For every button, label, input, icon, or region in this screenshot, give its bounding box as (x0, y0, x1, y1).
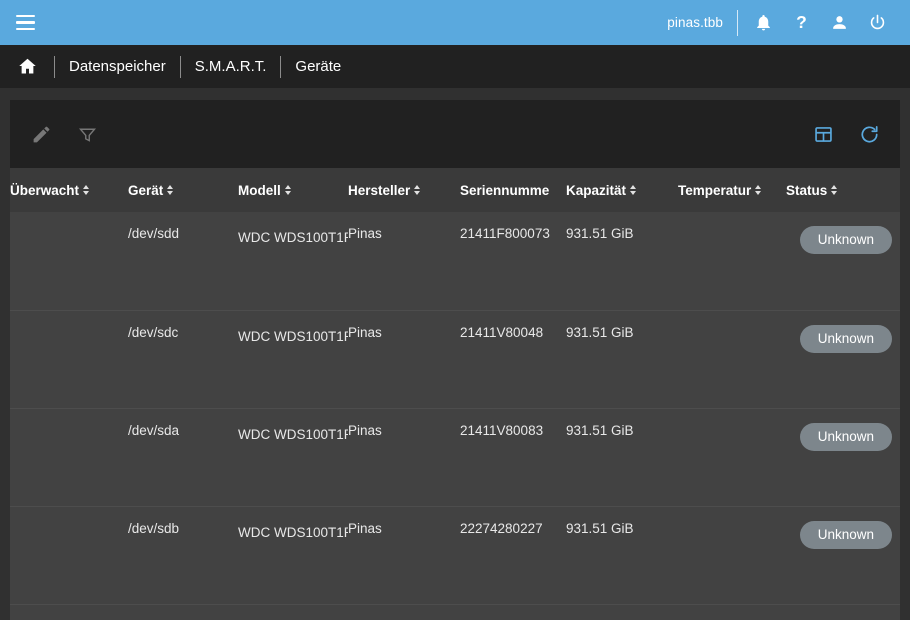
cell-status: Unknown (786, 212, 900, 310)
toolbar-right-actions (808, 119, 884, 149)
status-badge[interactable]: Unknown (799, 520, 892, 549)
page-content: Überwacht Gerät Modell Hersteller Serien… (0, 88, 910, 620)
cell-model: WDC WDS100T1R0. 68A4W0 (238, 426, 348, 442)
table-toolbar (10, 100, 900, 168)
breadcrumb-separator (54, 55, 55, 78)
column-header-kapazitaet[interactable]: Kapazität (566, 168, 678, 212)
notifications-bell-icon[interactable] (744, 4, 782, 42)
column-header-status[interactable]: Status (786, 168, 900, 212)
hamburger-menu-icon[interactable] (10, 8, 40, 38)
cell-model: WDC WDS100T1R0. 68A4W0 (238, 328, 348, 344)
toolbar-left-actions (26, 119, 102, 149)
cell-serial: 22274280227 (460, 520, 543, 536)
cell-temperature (678, 506, 786, 604)
hamburger-bar (15, 14, 35, 18)
cell-serial: 21411F800073 (460, 226, 550, 241)
column-header-label: Temperatur (678, 182, 752, 198)
column-header-label: Hersteller (348, 182, 411, 198)
table-row[interactable]: /dev/sda WDC WDS100T1R0. 68A4W0 Pinas 21… (10, 408, 900, 506)
cell-monitored (10, 310, 128, 408)
column-header-label: Kapazität (566, 182, 627, 198)
cell-temperature (678, 310, 786, 408)
cell-vendor: Pinas (348, 422, 382, 438)
breadcrumb-separator (280, 55, 282, 78)
status-badge[interactable]: Unknown (799, 422, 892, 451)
cell-vendor: Pinas (348, 226, 382, 241)
cell-device: /dev/sdb (128, 520, 180, 536)
cell-status: Unknown (786, 408, 900, 506)
cell-vendor: Pinas (348, 324, 382, 340)
cell-status: Unknown (786, 506, 900, 604)
column-header-seriennummer[interactable]: Seriennumme (460, 168, 566, 212)
column-header-label: Gerät (128, 182, 164, 198)
table-row[interactable]: /dev/sdc WDC WDS100T1R0. 68A4W0 Pinas 21… (10, 310, 900, 408)
cell-capacity: 931.51 GiB (566, 520, 634, 536)
cell-model: WDC WDS100T1R0. 68A4W0 (238, 524, 348, 540)
devices-table-scroll[interactable]: Überwacht Gerät Modell Hersteller Serien… (10, 168, 900, 620)
sort-arrows-icon[interactable] (284, 185, 291, 195)
breadcrumb-item-datenspeicher[interactable]: Datenspeicher (69, 58, 166, 75)
sort-arrows-icon[interactable] (83, 185, 90, 195)
cell-vendor: Pinas (348, 520, 382, 536)
breadcrumb-item-geraete[interactable]: Geräte (295, 58, 341, 75)
cell-status: Unknown (786, 310, 900, 408)
cell-serial: 21411V80048 (460, 324, 544, 340)
cell-device: /dev/sda (128, 422, 180, 438)
column-header-temperatur[interactable]: Temperatur (678, 168, 786, 212)
cell-device: /dev/sdc (128, 324, 179, 340)
sort-arrows-icon[interactable] (414, 185, 421, 195)
sort-arrows-icon[interactable] (831, 185, 838, 195)
column-header-geraet[interactable]: Gerät (128, 168, 238, 212)
cell-capacity: 931.51 GiB (566, 422, 634, 438)
top-app-bar: pinas.tbb ? (0, 0, 910, 45)
user-account-icon[interactable] (820, 4, 858, 42)
refresh-reload-icon[interactable] (854, 119, 884, 149)
cell-serial: 21411V80083 (460, 422, 544, 438)
column-header-modell[interactable]: Modell (238, 168, 348, 212)
column-header-label: Status (786, 182, 828, 198)
cell-monitored (10, 506, 128, 604)
cell-monitored (10, 408, 128, 506)
hamburger-bar (15, 27, 35, 31)
sort-arrows-icon[interactable] (167, 185, 174, 195)
column-header-label: Seriennumme (460, 182, 550, 198)
hamburger-bar (15, 21, 35, 24)
devices-table-head: Überwacht Gerät Modell Hersteller Serien… (10, 168, 900, 212)
table-row[interactable]: /dev/sdb WDC WDS100T1R0. 68A4W0 Pinas 22… (10, 506, 900, 604)
filter-funnel-icon[interactable] (72, 119, 102, 149)
devices-card: Überwacht Gerät Modell Hersteller Serien… (10, 100, 900, 620)
cell-model: WDC WDS100T1R0. 68A4W0 (238, 230, 348, 245)
home-icon[interactable] (14, 54, 40, 80)
cell-monitored (10, 212, 128, 310)
pencil-edit-icon[interactable] (26, 119, 56, 149)
app-bar-divider (737, 9, 738, 36)
status-badge[interactable]: Unknown (799, 324, 892, 353)
help-question-icon[interactable]: ? (782, 4, 820, 42)
cell-capacity: 931.51 GiB (566, 226, 634, 241)
cell-capacity: 931.51 GiB (566, 324, 634, 340)
table-header-row: Überwacht Gerät Modell Hersteller Serien… (10, 168, 900, 212)
breadcrumb-separator (179, 55, 181, 78)
table-row[interactable]: /dev/sdd WDC WDS100T1R0. 68A4W0 Pinas 21… (10, 212, 900, 310)
breadcrumb: Datenspeicher S.M.A.R.T. Geräte (0, 45, 910, 88)
cell-temperature (678, 212, 786, 310)
column-header-ueberwacht[interactable]: Überwacht (10, 168, 128, 212)
column-header-label: Überwacht (10, 182, 80, 198)
cell-device: /dev/sdd (128, 226, 180, 241)
power-shutdown-icon[interactable] (858, 4, 896, 42)
sort-arrows-icon[interactable] (630, 185, 637, 195)
svg-text:?: ? (796, 12, 807, 32)
cell-temperature (678, 408, 786, 506)
table-columns-icon[interactable] (808, 119, 838, 149)
host-name-label: pinas.tbb (667, 15, 723, 30)
status-badge[interactable]: Unknown (799, 226, 892, 254)
devices-table: Überwacht Gerät Modell Hersteller Serien… (10, 168, 900, 605)
devices-table-body: /dev/sdd WDC WDS100T1R0. 68A4W0 Pinas 21… (10, 212, 900, 604)
sort-arrows-icon[interactable] (755, 185, 762, 195)
column-header-label: Modell (238, 182, 281, 198)
column-header-hersteller[interactable]: Hersteller (348, 168, 460, 212)
breadcrumb-item-smart[interactable]: S.M.A.R.T. (195, 58, 267, 75)
